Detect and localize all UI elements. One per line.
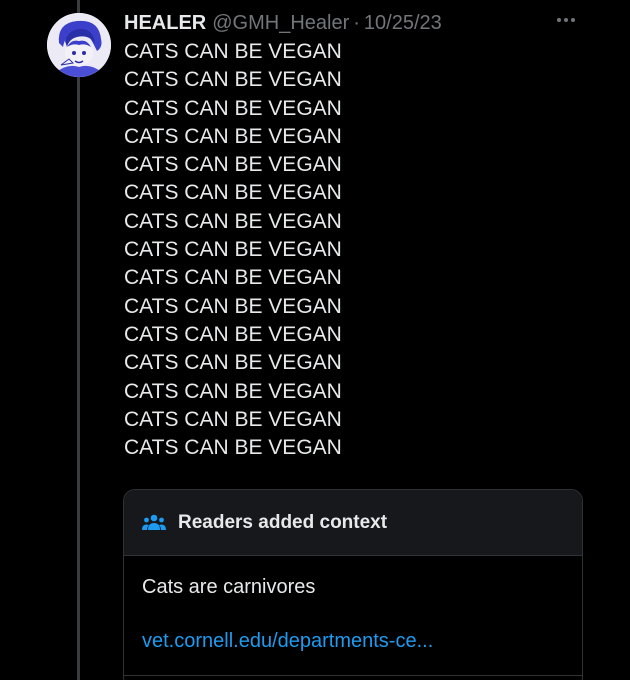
author-display-name[interactable]: HEALER [124, 10, 206, 36]
tweet-text-line: CATS CAN BE VEGAN [124, 351, 342, 375]
tweet-text-line: CATS CAN BE VEGAN [124, 68, 342, 92]
tweet-text-line: CATS CAN BE VEGAN [124, 379, 342, 403]
tweet-text-line: CATS CAN BE VEGAN [124, 153, 342, 177]
community-note-body: Cats are carnivores vet.cornell.edu/depa… [124, 556, 582, 654]
header-separator: · [353, 12, 360, 34]
tweet-text-line: CATS CAN BE VEGAN [124, 181, 342, 205]
author-handle[interactable]: @GMH_Healer [212, 10, 349, 36]
tweet-view: HEALER @GMH_Healer · 10/25/23 CATS CAN B… [0, 0, 630, 680]
community-note-card[interactable]: Readers added context Cats are carnivore… [123, 489, 583, 680]
community-note-text: Cats are carnivores [142, 576, 316, 598]
tweet-text-line: CATS CAN BE VEGAN [124, 96, 342, 120]
tweet-text-line: CATS CAN BE VEGAN [124, 294, 342, 318]
tweet-header: HEALER @GMH_Healer · 10/25/23 [124, 10, 442, 36]
community-note-link[interactable]: vet.cornell.edu/departments-ce... [142, 628, 564, 654]
tweet-text-line: CATS CAN BE VEGAN [124, 407, 342, 431]
tweet-text-line: CATS CAN BE VEGAN [124, 436, 342, 460]
tweet-text-line: CATS CAN BE VEGAN [124, 209, 342, 233]
avatar-illustration [47, 13, 111, 77]
avatar[interactable] [47, 13, 111, 77]
tweet-text-line: CATS CAN BE VEGAN [124, 124, 342, 148]
community-note-divider [124, 675, 582, 676]
tweet-text-line: CATS CAN BE VEGAN [124, 40, 342, 63]
thread-connector-line [77, 0, 80, 680]
community-note-header: Readers added context [124, 490, 582, 556]
people-icon [142, 514, 166, 530]
tweet-text-line: CATS CAN BE VEGAN [124, 238, 342, 262]
tweet-date[interactable]: 10/25/23 [364, 10, 442, 36]
tweet-text-line: CATS CAN BE VEGAN [124, 322, 342, 346]
tweet-text-line: CATS CAN BE VEGAN [124, 266, 342, 290]
community-note-title: Readers added context [178, 511, 388, 533]
tweet-text: CATS CAN BE VEGAN CATS CAN BE VEGAN CATS C… [124, 38, 342, 462]
more-horizontal-icon[interactable] [557, 14, 579, 26]
